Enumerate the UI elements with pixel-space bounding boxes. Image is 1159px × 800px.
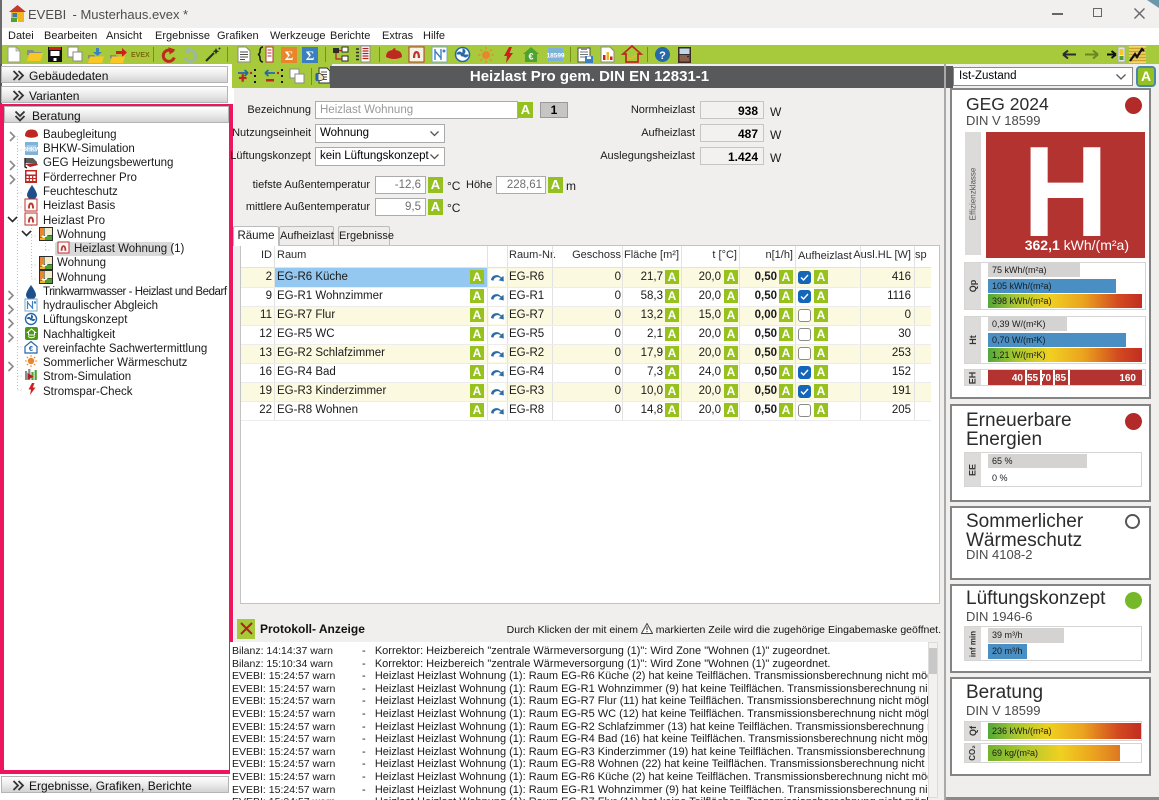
- svg-text:Σ: Σ: [285, 48, 294, 63]
- svg-text:Σ: Σ: [306, 48, 315, 63]
- svg-text:?: ?: [659, 50, 666, 62]
- svg-text:EVEX: EVEX: [131, 52, 150, 59]
- svg-text:€: €: [528, 52, 533, 62]
- svg-text:18599: 18599: [546, 53, 564, 60]
- svg-text:BHKW: BHKW: [23, 147, 41, 153]
